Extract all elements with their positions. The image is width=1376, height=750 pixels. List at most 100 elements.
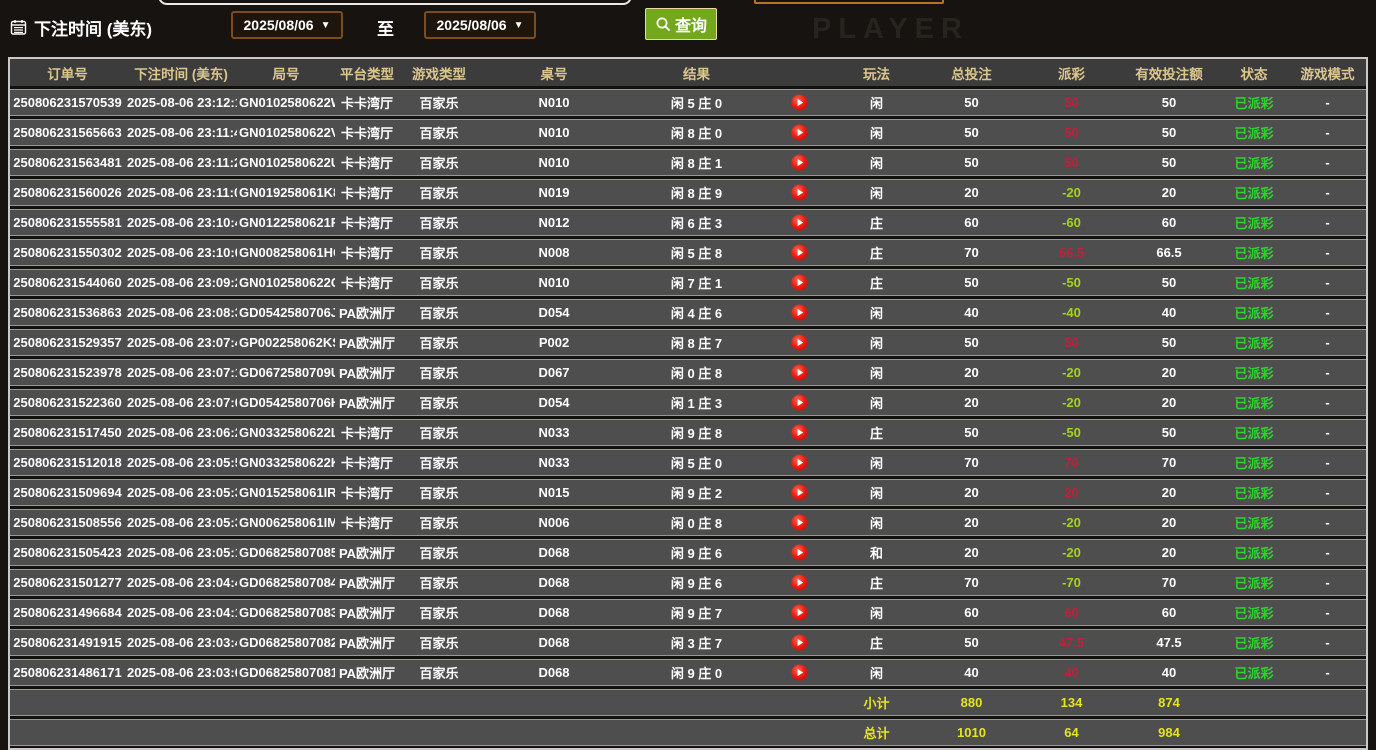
table-number: N010 — [479, 269, 629, 296]
replay-icon[interactable] — [791, 94, 808, 111]
play-type: 闲 — [834, 599, 919, 626]
order-number: 250806231570539 — [10, 89, 125, 116]
total-bet: 40 — [919, 659, 1024, 686]
date-to-select[interactable]: 2025/08/06 ▼ — [424, 11, 536, 39]
replay-icon[interactable] — [791, 214, 808, 231]
game-result: 闲 7 庄 1 — [629, 269, 764, 296]
replay-cell — [764, 539, 834, 566]
payout: -40 — [1024, 299, 1119, 326]
status-badge: 已派彩 — [1219, 629, 1289, 656]
query-button[interactable]: 查询 — [645, 8, 717, 40]
table-row: 250806231496684 2025-08-06 23:04:12 GD06… — [10, 599, 1366, 626]
game-type: 百家乐 — [399, 629, 479, 656]
replay-icon[interactable] — [791, 244, 808, 261]
replay-icon[interactable] — [791, 454, 808, 471]
game-type: 百家乐 — [399, 389, 479, 416]
round-number: GN0102580622Q — [237, 269, 335, 296]
replay-icon[interactable] — [791, 574, 808, 591]
date-from-select[interactable]: 2025/08/06 ▼ — [231, 11, 343, 39]
total-bet: 50 — [919, 419, 1024, 446]
col-round-number: 局号 — [237, 59, 335, 86]
to-label: 至 — [377, 15, 394, 40]
status-badge: 已派彩 — [1219, 299, 1289, 326]
play-type: 庄 — [834, 569, 919, 596]
total-bet: 50 — [919, 119, 1024, 146]
valid-bet: 50 — [1119, 119, 1219, 146]
status-badge: 已派彩 — [1219, 89, 1289, 116]
total-bet: 50 — [919, 269, 1024, 296]
replay-icon[interactable] — [791, 664, 808, 681]
bet-time: 2025-08-06 23:08:36 — [125, 299, 237, 326]
platform-type: 卡卡湾厅 — [335, 239, 399, 266]
play-type: 庄 — [834, 419, 919, 446]
valid-bet: 20 — [1119, 389, 1219, 416]
replay-icon[interactable] — [791, 424, 808, 441]
total-bet: 20 — [919, 389, 1024, 416]
table-row: 250806231508556 2025-08-06 23:05:32 GN00… — [10, 509, 1366, 536]
game-result: 闲 8 庄 1 — [629, 149, 764, 176]
replay-cell — [764, 179, 834, 206]
payout: -20 — [1024, 179, 1119, 206]
filter-label-text: 下注时间 (美东) — [34, 15, 152, 40]
round-number: GD0542580706H — [237, 389, 335, 416]
order-number: 250806231522360 — [10, 389, 125, 416]
platform-type: PA欧洲厅 — [335, 539, 399, 566]
table-number: D054 — [479, 389, 629, 416]
play-type: 闲 — [834, 149, 919, 176]
table-number: P002 — [479, 329, 629, 356]
replay-icon[interactable] — [791, 544, 808, 561]
replay-icon[interactable] — [791, 334, 808, 351]
replay-icon[interactable] — [791, 394, 808, 411]
replay-icon[interactable] — [791, 184, 808, 201]
replay-icon[interactable] — [791, 514, 808, 531]
status-badge: 已派彩 — [1219, 449, 1289, 476]
round-number: GN0102580622W — [237, 89, 335, 116]
payout: 50 — [1024, 329, 1119, 356]
table-footer: 小计 880 134 874 总计 1010 64 984 — [10, 689, 1366, 746]
table-number: N010 — [479, 149, 629, 176]
replay-icon[interactable] — [791, 604, 808, 621]
status-badge: 已派彩 — [1219, 389, 1289, 416]
game-mode: - — [1289, 239, 1366, 266]
replay-icon[interactable] — [791, 304, 808, 321]
game-mode: - — [1289, 299, 1366, 326]
game-result: 闲 0 庄 8 — [629, 509, 764, 536]
replay-cell — [764, 89, 834, 116]
replay-cell — [764, 449, 834, 476]
order-number: 250806231536863 — [10, 299, 125, 326]
replay-icon[interactable] — [791, 484, 808, 501]
play-type: 闲 — [834, 509, 919, 536]
platform-type: 卡卡湾厅 — [335, 119, 399, 146]
status-badge: 已派彩 — [1219, 179, 1289, 206]
order-number: 250806231544060 — [10, 269, 125, 296]
replay-icon[interactable] — [791, 124, 808, 141]
status-badge: 已派彩 — [1219, 149, 1289, 176]
game-mode: - — [1289, 569, 1366, 596]
game-type: 百家乐 — [399, 179, 479, 206]
platform-type: 卡卡湾厅 — [335, 209, 399, 236]
total-bet: 70 — [919, 449, 1024, 476]
round-number: GD06825807083 — [237, 599, 335, 626]
game-type: 百家乐 — [399, 359, 479, 386]
date-to-value: 2025/08/06 — [437, 17, 507, 33]
replay-icon[interactable] — [791, 634, 808, 651]
game-result: 闲 3 庄 7 — [629, 629, 764, 656]
col-total-bet: 总投注 — [919, 59, 1024, 86]
bet-time: 2025-08-06 23:07:13 — [125, 359, 237, 386]
replay-icon[interactable] — [791, 154, 808, 171]
play-type: 庄 — [834, 239, 919, 266]
valid-bet: 20 — [1119, 539, 1219, 566]
replay-icon[interactable] — [791, 364, 808, 381]
col-game-mode: 游戏模式 — [1289, 59, 1366, 86]
replay-cell — [764, 359, 834, 386]
game-mode: - — [1289, 479, 1366, 506]
payout: -20 — [1024, 539, 1119, 566]
table-row: 250806231523978 2025-08-06 23:07:13 GD06… — [10, 359, 1366, 386]
bet-time: 2025-08-06 23:09:23 — [125, 269, 237, 296]
payout: -20 — [1024, 389, 1119, 416]
table-number: D068 — [479, 629, 629, 656]
replay-icon[interactable] — [791, 274, 808, 291]
total-bet: 50 — [919, 149, 1024, 176]
grand-total-label: 总计 — [834, 719, 919, 746]
table-row: 250806231563481 2025-08-06 23:11:27 GN01… — [10, 149, 1366, 176]
